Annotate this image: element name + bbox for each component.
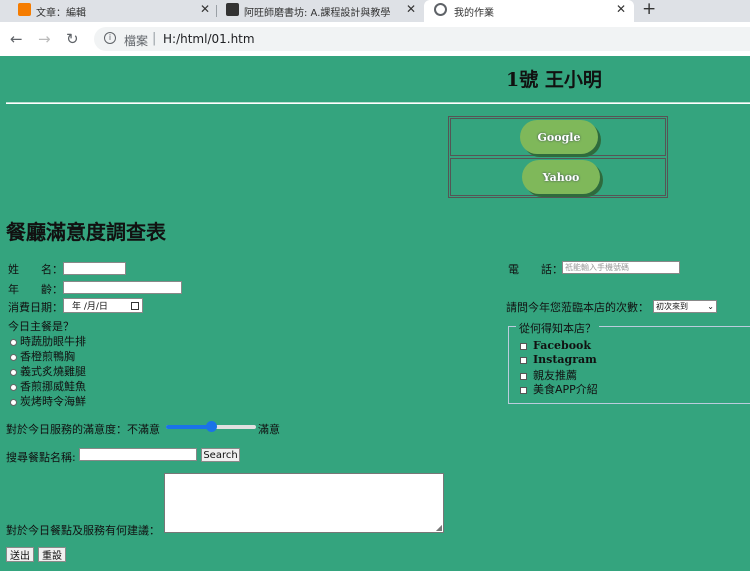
name-input[interactable] — [63, 262, 126, 275]
close-icon[interactable]: ✕ — [406, 2, 416, 16]
option-label: 香煎挪威鮭魚 — [20, 380, 86, 393]
url-text[interactable]: H:/html/01.htm — [163, 32, 255, 46]
radio-button[interactable] — [10, 368, 17, 376]
submit-button[interactable]: 送出 — [6, 547, 34, 562]
main-course-option[interactable]: 炭烤時令海鮮 — [10, 393, 86, 409]
phone-input[interactable]: 祇能輸入手機號碼 — [562, 261, 680, 274]
tab-title: 我的作業 — [454, 7, 494, 19]
source-option[interactable]: Facebook — [520, 339, 591, 352]
checkbox[interactable] — [520, 342, 527, 350]
tab-active[interactable]: 我的作業 ✕ — [424, 0, 634, 22]
calendar-icon[interactable] — [131, 301, 139, 310]
main-course-label: 今日主餐是？ — [8, 320, 74, 333]
option-label: 炭烤時令海鮮 — [20, 395, 86, 408]
tab-book[interactable]: 阿旺師磨書坊: A.課程設計與教學 ✕ — [226, 0, 420, 22]
date-placeholder: 年 /月/日 — [72, 302, 108, 312]
option-label: 美食APP介紹 — [533, 383, 598, 396]
site-info-label: 檔案 — [124, 34, 149, 48]
phone-placeholder: 祇能輸入手機號碼 — [565, 263, 629, 272]
close-icon[interactable]: ✕ — [200, 2, 210, 16]
reset-button[interactable]: 重設 — [38, 547, 66, 562]
tab-title: 阿旺師磨書坊: A.課程設計與教學 — [244, 7, 391, 19]
tab-title: 文章：編輯 — [36, 7, 86, 19]
radio-button[interactable] — [10, 353, 17, 361]
new-tab-icon[interactable]: + — [642, 0, 656, 19]
date-label: 消費日期： — [8, 301, 63, 314]
satisfaction-label: 對於今日服務的滿意度：不滿意 — [6, 421, 160, 437]
satisfaction-question: 對於今日服務的滿意度： — [6, 423, 127, 436]
option-label: 香橙煎鴨胸 — [20, 350, 75, 363]
form-title: 餐廳滿意度調查表 — [6, 220, 166, 244]
search-label: 搜尋餐點名稱: — [6, 451, 76, 464]
blogger-icon — [18, 3, 31, 16]
checkbox[interactable] — [520, 372, 527, 380]
age-label: 年 齡： — [8, 283, 63, 296]
checkbox[interactable] — [520, 356, 527, 364]
link-cell: Google — [450, 118, 666, 156]
source-legend: 從何得知本店？ — [516, 320, 599, 336]
link-table: Google Yahoo — [448, 116, 668, 198]
horizontal-rule — [6, 102, 750, 104]
search-input[interactable] — [79, 448, 197, 461]
main-course-option[interactable]: 香橙煎鴨胸 — [10, 348, 75, 364]
source-option[interactable]: Instagram — [520, 353, 597, 366]
phone-label: 電 話： — [508, 263, 563, 276]
tab-blogger[interactable]: 文章：編輯 ✕ — [18, 0, 214, 22]
satisfaction-max-label: 滿意 — [258, 423, 280, 436]
satisfaction-slider-thumb[interactable] — [205, 421, 217, 432]
option-label: Facebook — [533, 339, 592, 352]
name-label: 姓 名： — [8, 263, 63, 276]
option-label: 時蔬肋眼牛排 — [20, 335, 86, 348]
radio-button[interactable] — [10, 398, 17, 406]
suggestion-label: 對於今日餐點及服務有何建議： — [6, 524, 160, 537]
satisfaction-slider-track[interactable] — [166, 421, 256, 432]
date-input[interactable]: 年 /月/日 — [63, 298, 143, 313]
back-icon[interactable]: ← — [10, 30, 23, 48]
page-title: 1號 王小明 — [506, 69, 602, 91]
main-course-option[interactable]: 義式炙燒雞腿 — [10, 363, 86, 379]
option-label: 義式炙燒雞腿 — [20, 365, 86, 378]
reload-icon[interactable]: ↻ — [66, 30, 79, 48]
source-option[interactable]: 美食APP介紹 — [520, 381, 598, 397]
age-input[interactable] — [63, 281, 182, 294]
google-link-button[interactable]: Google — [520, 120, 598, 154]
visits-selected-value: 初次來到 — [656, 302, 688, 311]
radio-button[interactable] — [10, 338, 17, 346]
satisfaction-min-label: 不滿意 — [127, 423, 160, 436]
divider: | — [152, 31, 157, 46]
option-label: Instagram — [533, 353, 597, 366]
chevron-down-icon: ⌄ — [707, 302, 714, 311]
info-icon[interactable]: i — [104, 32, 116, 44]
close-icon[interactable]: ✕ — [616, 2, 626, 16]
globe-icon — [434, 3, 447, 16]
checkbox[interactable] — [520, 386, 527, 394]
yahoo-link-button[interactable]: Yahoo — [522, 160, 600, 194]
forward-icon[interactable]: → — [38, 30, 51, 48]
radio-button[interactable] — [10, 383, 17, 391]
link-cell: Yahoo — [450, 158, 666, 196]
suggestion-textarea[interactable]: ◢ — [164, 473, 444, 533]
main-course-option[interactable]: 時蔬肋眼牛排 — [10, 333, 86, 349]
tab-separator — [216, 5, 217, 17]
satisfaction-slider-fill — [166, 425, 211, 429]
visits-select[interactable]: 初次來到 ⌄ — [653, 300, 717, 313]
book-icon — [226, 3, 239, 16]
resize-handle-icon[interactable]: ◢ — [436, 523, 442, 532]
search-button[interactable]: Search — [201, 448, 240, 462]
visits-label: 請問今年您蒞臨本店的次數： — [506, 301, 649, 314]
main-course-option[interactable]: 香煎挪威鮭魚 — [10, 378, 86, 394]
